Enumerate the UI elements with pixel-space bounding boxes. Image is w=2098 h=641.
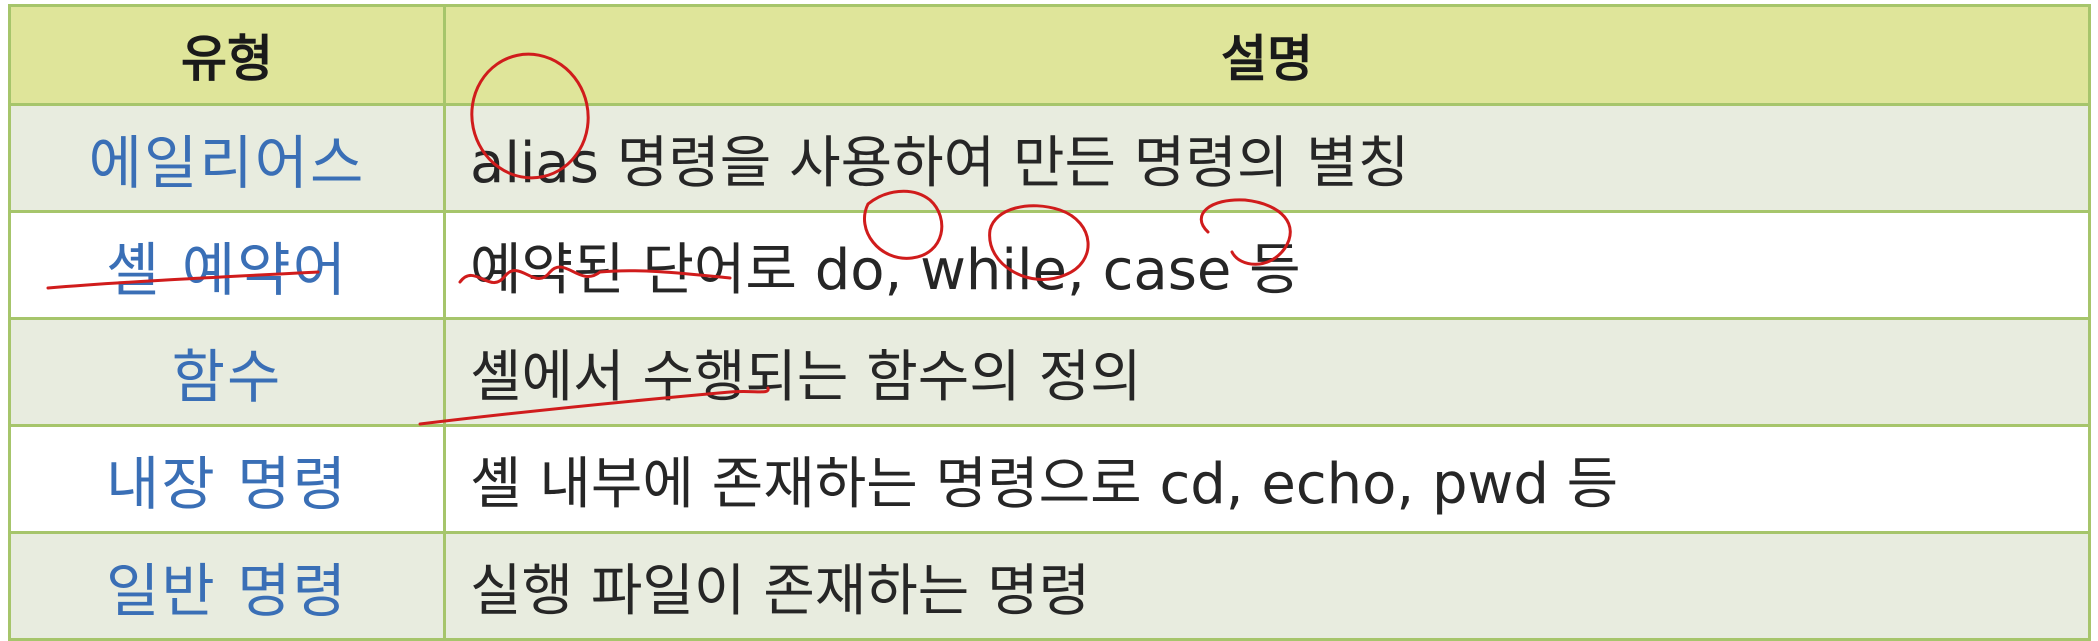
header-type: 유형 <box>8 4 446 106</box>
type-cell: 셸 예약어 <box>8 210 446 320</box>
table-row-reserved-word: 셸 예약어 예약된 단어로 do, while, case 등 <box>8 210 2091 320</box>
command-types-table-frame: 유형 설명 에일리어스 alias 명령을 사용하여 만든 명령의 별칭 셸 예… <box>8 4 2091 641</box>
table-row-alias: 에일리어스 alias 명령을 사용하여 만든 명령의 별칭 <box>8 103 2091 213</box>
type-cell: 함수 <box>8 317 446 427</box>
type-cell: 일반 명령 <box>8 531 446 641</box>
description-cell: 실행 파일이 존재하는 명령 <box>443 531 2091 641</box>
table-row-builtin: 내장 명령 셸 내부에 존재하는 명령으로 cd, echo, pwd 등 <box>8 424 2091 534</box>
description-cell: 셸에서 수행되는 함수의 정의 <box>443 317 2091 427</box>
description-cell: 예약된 단어로 do, while, case 등 <box>443 210 2091 320</box>
table-row-function: 함수 셸에서 수행되는 함수의 정의 <box>8 317 2091 427</box>
header-description: 설명 <box>443 4 2091 106</box>
type-cell: 내장 명령 <box>8 424 446 534</box>
type-cell: 에일리어스 <box>8 103 446 213</box>
description-cell: alias 명령을 사용하여 만든 명령의 별칭 <box>443 103 2091 213</box>
table-header-row: 유형 설명 <box>8 4 2091 106</box>
table-row-general: 일반 명령 실행 파일이 존재하는 명령 <box>8 531 2091 641</box>
description-cell: 셸 내부에 존재하는 명령으로 cd, echo, pwd 등 <box>443 424 2091 534</box>
command-types-table: 유형 설명 에일리어스 alias 명령을 사용하여 만든 명령의 별칭 셸 예… <box>8 4 2091 641</box>
